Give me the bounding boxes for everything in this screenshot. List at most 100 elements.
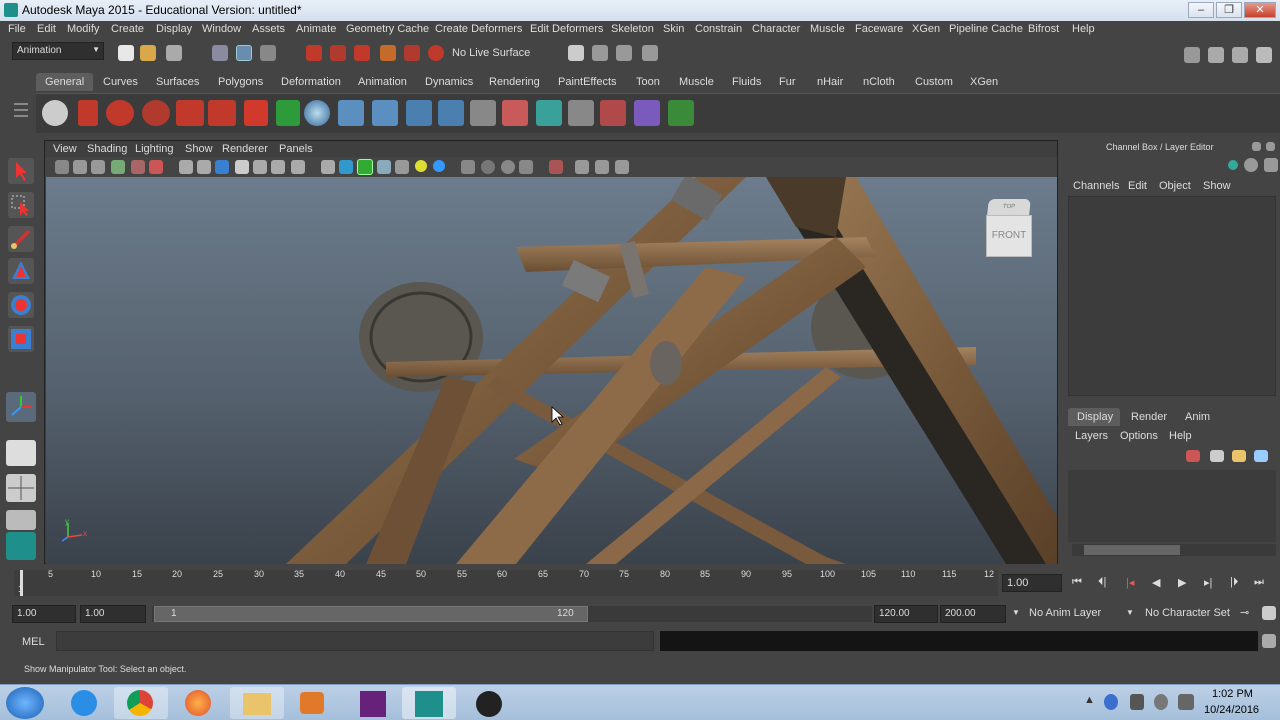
- layer-tab-render[interactable]: Render: [1131, 411, 1167, 423]
- modeling-toolkit-icon[interactable]: [1184, 47, 1200, 63]
- lasso-tool-icon[interactable]: [208, 100, 236, 126]
- camera-select-icon[interactable]: [55, 160, 69, 174]
- firefox-icon[interactable]: [172, 687, 226, 719]
- shelf-tab-fluids[interactable]: Fluids: [732, 76, 761, 88]
- new-layer-selected-icon[interactable]: [1210, 450, 1224, 462]
- rotate-tool-icon-left[interactable]: [8, 292, 34, 318]
- select-hierarchy-icon[interactable]: [212, 45, 228, 61]
- step-forward-frame-icon[interactable]: ▸|: [1204, 576, 1212, 589]
- chevron-down-icon[interactable]: ▼: [1012, 608, 1020, 617]
- shelf-tab-custom[interactable]: Custom: [915, 76, 953, 88]
- paint-select-icon[interactable]: [244, 100, 268, 126]
- anim-layer-label[interactable]: No Anim Layer: [1029, 607, 1101, 619]
- view-cube-front[interactable]: FRONT: [986, 215, 1032, 257]
- menu-muscle[interactable]: Muscle: [810, 23, 845, 35]
- isolate-select-icon[interactable]: [549, 160, 563, 174]
- layer-menu-layers[interactable]: Layers: [1075, 430, 1108, 442]
- maya-logo-icon[interactable]: [6, 532, 36, 560]
- go-to-start-icon[interactable]: ⏮: [1072, 576, 1082, 589]
- show-manipulator-icon[interactable]: [6, 392, 36, 422]
- shelf-tab-fur[interactable]: Fur: [779, 76, 796, 88]
- menu-faceware[interactable]: Faceware: [855, 23, 903, 35]
- animation-preferences-icon[interactable]: [1262, 606, 1276, 620]
- layer-tab-display[interactable]: Display: [1068, 408, 1120, 426]
- shelf-tab-rendering[interactable]: Rendering: [489, 76, 540, 88]
- menu-display[interactable]: Display: [156, 23, 192, 35]
- save-scene-icon[interactable]: [166, 45, 182, 61]
- move-tool-icon[interactable]: [106, 100, 134, 126]
- shelf-tab-painteffects[interactable]: PaintEffects: [558, 76, 617, 88]
- ipr-render-icon[interactable]: [616, 45, 632, 61]
- image-plane-icon[interactable]: [111, 160, 125, 174]
- safe-action-icon[interactable]: [271, 160, 285, 174]
- screen-space-ao-icon[interactable]: [461, 160, 475, 174]
- network-tray-icon[interactable]: [1104, 694, 1118, 710]
- menu-create-deformers[interactable]: Create Deformers: [435, 23, 522, 35]
- field-chart-icon[interactable]: [253, 160, 267, 174]
- menu-xgen[interactable]: XGen: [912, 23, 940, 35]
- scale-tool-icon-left[interactable]: [8, 326, 34, 352]
- shelf-tab-general[interactable]: General: [36, 73, 94, 91]
- menu-pipeline-cache[interactable]: Pipeline Cache: [949, 23, 1023, 35]
- hud-icon[interactable]: [615, 160, 629, 174]
- menu-character[interactable]: Character: [752, 23, 800, 35]
- grid-icon[interactable]: [179, 160, 193, 174]
- channel-box-menu-channels[interactable]: Channels: [1073, 180, 1119, 192]
- textured-icon[interactable]: [377, 160, 391, 174]
- snap-curve-icon[interactable]: [330, 45, 346, 61]
- menu-edit[interactable]: Edit: [37, 23, 56, 35]
- menu-assets[interactable]: Assets: [252, 23, 285, 35]
- shelf-handle[interactable]: [0, 93, 36, 135]
- ik-handle-icon[interactable]: [372, 100, 398, 126]
- shelf-tab-deformation[interactable]: Deformation: [281, 76, 341, 88]
- lasso-select-icon[interactable]: [8, 192, 34, 218]
- start-time-field[interactable]: 1.00: [12, 605, 76, 623]
- tool-settings-toggle-icon[interactable]: [1264, 158, 1278, 172]
- channel-box-menu-show[interactable]: Show: [1203, 180, 1231, 192]
- menu-geometry-cache[interactable]: Geometry Cache: [346, 23, 429, 35]
- hypershade-icon[interactable]: [634, 100, 660, 126]
- attribute-editor-toggle-icon[interactable]: [1244, 158, 1258, 172]
- start-button[interactable]: [6, 687, 44, 719]
- panel-menu-lighting[interactable]: Lighting: [135, 143, 174, 155]
- single-perspective-layout-icon[interactable]: [6, 440, 36, 466]
- new-scene-icon[interactable]: [118, 45, 134, 61]
- xray-joints-icon[interactable]: [575, 160, 589, 174]
- depth-of-field-icon[interactable]: [519, 160, 533, 174]
- shelf-tab-dynamics[interactable]: Dynamics: [425, 76, 473, 88]
- shelf-tab-muscle[interactable]: Muscle: [679, 76, 714, 88]
- sync-tray-icon[interactable]: [1154, 694, 1168, 710]
- monitor-tray-icon[interactable]: [1178, 694, 1194, 710]
- menu-window[interactable]: Window: [202, 23, 241, 35]
- shelf-tab-xgen[interactable]: XGen: [970, 76, 998, 88]
- media-player-icon[interactable]: [286, 687, 340, 719]
- clock-date[interactable]: 10/24/2016: [1204, 704, 1259, 716]
- rotate-tool-icon[interactable]: [142, 100, 170, 126]
- step-forward-key-icon[interactable]: |⏵: [1230, 576, 1238, 589]
- anti-aliasing-icon[interactable]: [501, 160, 515, 174]
- close-button[interactable]: ✕: [1244, 2, 1276, 18]
- range-handle[interactable]: 1 120: [154, 606, 588, 622]
- step-back-frame-icon[interactable]: |◂: [1126, 576, 1134, 589]
- internet-explorer-icon[interactable]: [58, 687, 112, 719]
- show-hidden-icons[interactable]: ▲: [1084, 694, 1095, 706]
- bind-skin-icon[interactable]: [406, 100, 432, 126]
- xray-active-icon[interactable]: [595, 160, 609, 174]
- render-frame-icon[interactable]: [592, 45, 608, 61]
- minimize-button[interactable]: –: [1188, 2, 1214, 18]
- shelf-tab-polygons[interactable]: Polygons: [218, 76, 263, 88]
- move-up-layer-icon[interactable]: [1232, 450, 1246, 462]
- outliner-icon[interactable]: [470, 100, 496, 126]
- select-object-icon[interactable]: [236, 45, 252, 61]
- menu-animate[interactable]: Animate: [296, 23, 336, 35]
- snap-grid-icon[interactable]: [306, 45, 322, 61]
- attribute-editor-icon[interactable]: [1208, 47, 1224, 63]
- character-set-label[interactable]: No Character Set: [1145, 607, 1230, 619]
- end-time-field[interactable]: 200.00: [940, 605, 1006, 623]
- smooth-shade-icon[interactable]: [339, 160, 353, 174]
- view-cube-top[interactable]: TOP: [987, 199, 1031, 215]
- resolution-gate-icon[interactable]: [215, 160, 229, 174]
- perspective-viewport[interactable]: y x TOP FRONT: [46, 177, 1057, 564]
- obs-icon[interactable]: [462, 687, 516, 719]
- use-all-lights-icon[interactable]: [415, 160, 427, 172]
